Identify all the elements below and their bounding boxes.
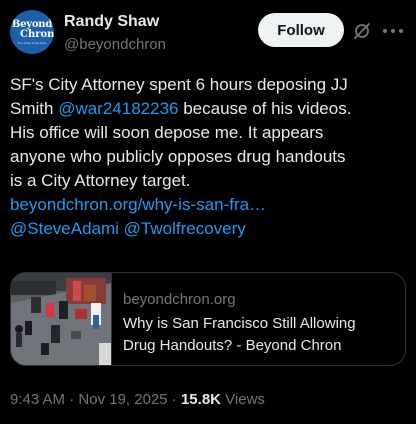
tweet-text-line: beyondchron.org/why-is-san-fra… — [10, 193, 410, 217]
dot-icon — [399, 29, 403, 33]
url-link[interactable]: beyondchron.org/why-is-san-fra… — [10, 195, 266, 214]
dot-icon — [391, 29, 395, 33]
author-name[interactable]: Randy Shaw — [64, 13, 159, 31]
avatar-logo-line1: Beyond — [11, 18, 53, 30]
card-domain: beyondchron.org — [123, 291, 236, 308]
tweet-text-line: SF's City Attorney spent 6 hours deposin… — [10, 75, 348, 94]
mention-link[interactable]: @war24182236 — [58, 99, 178, 118]
tweet-text-line: Smith @war24182236 because of his videos… — [10, 97, 410, 121]
grok-icon[interactable] — [353, 22, 371, 40]
card-title-line: Drug Handouts? - Beyond Chron — [123, 337, 342, 354]
avatar-logo-line2: Chron — [20, 28, 54, 40]
avatar-logo-tagline: The Voice of the Rest — [17, 40, 47, 45]
tweet-text-segment: because of his videos. — [178, 99, 352, 118]
tweet: Beyond Chron The Voice of the Rest Randy… — [0, 0, 416, 424]
tweet-text-line: His office will soon depose me. It appea… — [10, 123, 324, 142]
tweet-text-line: anyone who publicly opposes drug handout… — [10, 147, 346, 166]
tweet-text: SF's City Attorney spent 6 hours deposin… — [10, 73, 410, 241]
meta-separator: · — [167, 391, 181, 408]
avatar[interactable]: Beyond Chron The Voice of the Rest — [10, 10, 54, 54]
author-handle[interactable]: @beyondchron — [64, 36, 166, 53]
card-thumbnail — [11, 273, 112, 365]
more-options-icon[interactable] — [383, 22, 403, 40]
card-title-line: Why is San Francisco Still Allowing — [123, 315, 356, 332]
mention-link[interactable]: @Twolfrecovery — [124, 219, 246, 238]
mention-link[interactable]: @SteveAdami — [10, 219, 119, 238]
views-count: 15.8K — [180, 391, 221, 408]
tweet-text-segment: Smith — [10, 99, 59, 118]
tweet-text-line: is a City Attorney target. — [10, 171, 191, 190]
follow-button[interactable]: Follow — [258, 13, 344, 47]
tweet-text-line: @SteveAdami @Twolfrecovery — [10, 217, 410, 241]
meta-separator: · — [65, 391, 79, 408]
card-title: Why is San Francisco Still Allowing Drug… — [123, 313, 399, 357]
tweet-time[interactable]: 9:43 AM — [10, 391, 65, 408]
dot-icon — [383, 29, 387, 33]
views-label: Views — [221, 391, 265, 408]
tweet-date[interactable]: Nov 19, 2025 — [78, 391, 167, 408]
link-card[interactable]: beyondchron.org Why is San Francisco Sti… — [10, 272, 406, 366]
tweet-meta: 9:43 AM · Nov 19, 2025 · 15.8K Views — [10, 391, 265, 408]
